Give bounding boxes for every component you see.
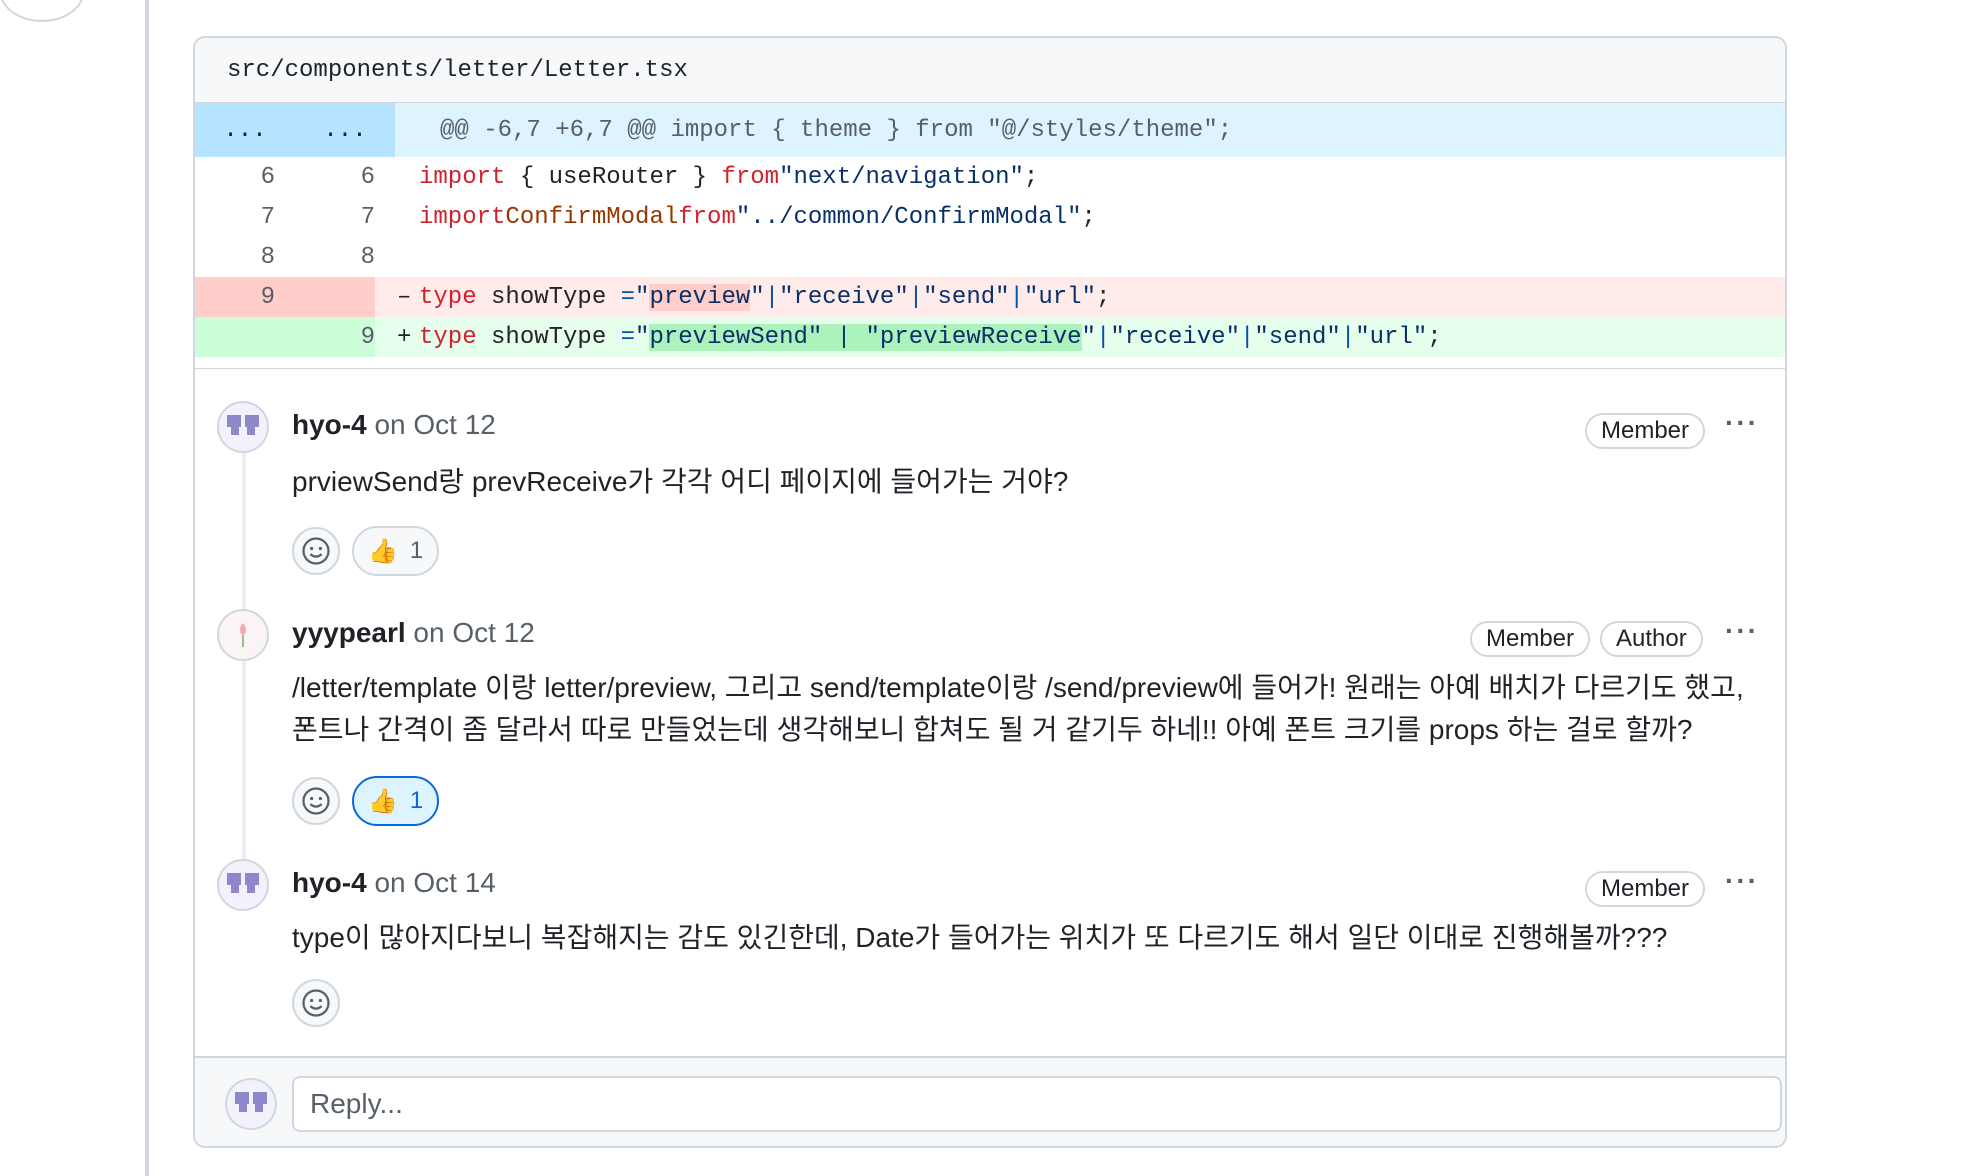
comment-body: prviewSend랑 prevReceive가 각각 어디 페이지에 들어가는… [292, 466, 1069, 497]
diff-table: ... ... @@ -6,7 +6,7 @@ import { theme }… [195, 103, 1785, 357]
reply-input[interactable]: Reply... [292, 1076, 1782, 1132]
old-line-number[interactable] [195, 317, 275, 357]
comment-author[interactable]: hyo-4 on Oct 14 [292, 867, 496, 899]
comment-thread: hyo-4 on Oct 12 Member ··· prviewSend랑 p… [195, 368, 1785, 1059]
code-line: – type showType = "preview" | "receive" |… [397, 283, 1111, 311]
diff-line-8: 8 8 [195, 237, 1785, 277]
file-path-header: src/components/letter/Letter.tsx [195, 38, 1785, 103]
old-line-number[interactable]: 7 [195, 197, 275, 237]
code-line: import { useRouter } from "next/navigati… [419, 163, 1039, 191]
diff-line-6: 6 6 import { useRouter } from "next/navi… [195, 157, 1785, 197]
smiley-icon [302, 989, 330, 1017]
identicon-avatar[interactable] [217, 401, 269, 453]
add-reaction-button[interactable] [292, 777, 340, 825]
comment-date[interactable]: on Oct 14 [374, 867, 495, 898]
thumbs-up-icon: 👍 [368, 787, 398, 815]
file-path[interactable]: src/components/letter/Letter.tsx [227, 57, 688, 84]
new-line-number[interactable]: 9 [275, 317, 375, 357]
more-options-icon[interactable]: ··· [1725, 615, 1759, 647]
new-line-number[interactable]: 7 [275, 197, 375, 237]
reaction-count: 1 [409, 787, 424, 814]
comment-body-line-1: /letter/template 이랑 letter/preview, 그리고 … [292, 672, 1744, 703]
comment-body-line-2: 폰트나 간격이 좀 달라서 따로 만들었는데 생각해보니 합쳐도 될 거 같기두… [292, 714, 1693, 745]
identicon-avatar [225, 1078, 277, 1130]
smiley-icon [302, 537, 330, 565]
reaction-count: 1 [409, 537, 424, 564]
hunk-header-text: @@ -6,7 +6,7 @@ import { theme } from "@… [440, 116, 1233, 144]
diff-line-deletion: 9 – type showType = "preview" | "receive"… [195, 277, 1785, 317]
hunk-expand-old[interactable]: ... [195, 103, 295, 157]
new-line-number[interactable]: 6 [275, 157, 375, 197]
new-line-number[interactable] [275, 277, 375, 317]
code-line: + type showType = "previewSend" | "previe… [397, 323, 1442, 351]
member-badge: Member [1585, 871, 1706, 907]
more-options-icon[interactable]: ··· [1725, 407, 1759, 439]
reply-bar: Reply... [195, 1056, 1785, 1146]
comment-author[interactable]: yyypearl on Oct 12 [292, 617, 535, 649]
timeline-line [145, 0, 149, 1176]
add-reaction-button[interactable] [292, 527, 340, 575]
thumbs-up-icon: 👍 [368, 537, 398, 565]
comment-body: type이 많아지다보니 복잡해지는 감도 있긴한데, Date가 들어가는 위… [292, 922, 1668, 953]
comment-date[interactable]: on Oct 12 [413, 617, 534, 648]
smiley-icon [302, 787, 330, 815]
old-line-number[interactable]: 8 [195, 237, 275, 277]
old-line-number[interactable]: 9 [195, 277, 275, 317]
hunk-header-row: ... ... @@ -6,7 +6,7 @@ import { theme }… [195, 103, 1785, 157]
more-options-icon[interactable]: ··· [1725, 865, 1759, 897]
comment-date[interactable]: on Oct 12 [374, 409, 495, 440]
hunk-expand-new[interactable]: ... [295, 103, 395, 157]
identicon-avatar[interactable] [217, 859, 269, 911]
code-line: import ConfirmModal from "../common/Conf… [419, 203, 1096, 231]
comment-author[interactable]: hyo-4 on Oct 12 [292, 409, 496, 441]
member-badge: Member [1585, 413, 1706, 449]
old-line-number[interactable]: 6 [195, 157, 275, 197]
diff-line-addition: 9 + type showType = "previewSend" | "prev… [195, 317, 1785, 357]
thumbs-up-reaction[interactable]: 👍 1 [352, 526, 440, 576]
new-line-number[interactable]: 8 [275, 237, 375, 277]
diff-line-7: 7 7 import ConfirmModal from "../common/… [195, 197, 1785, 237]
member-badge: Member [1470, 621, 1591, 657]
author-badge: Author [1600, 621, 1703, 657]
previous-avatar [0, 0, 85, 22]
thumbs-up-reaction[interactable]: 👍 1 [352, 776, 440, 826]
add-reaction-button[interactable] [292, 979, 340, 1027]
flower-avatar[interactable] [217, 609, 269, 661]
review-thread-card: src/components/letter/Letter.tsx ... ...… [193, 36, 1787, 1148]
